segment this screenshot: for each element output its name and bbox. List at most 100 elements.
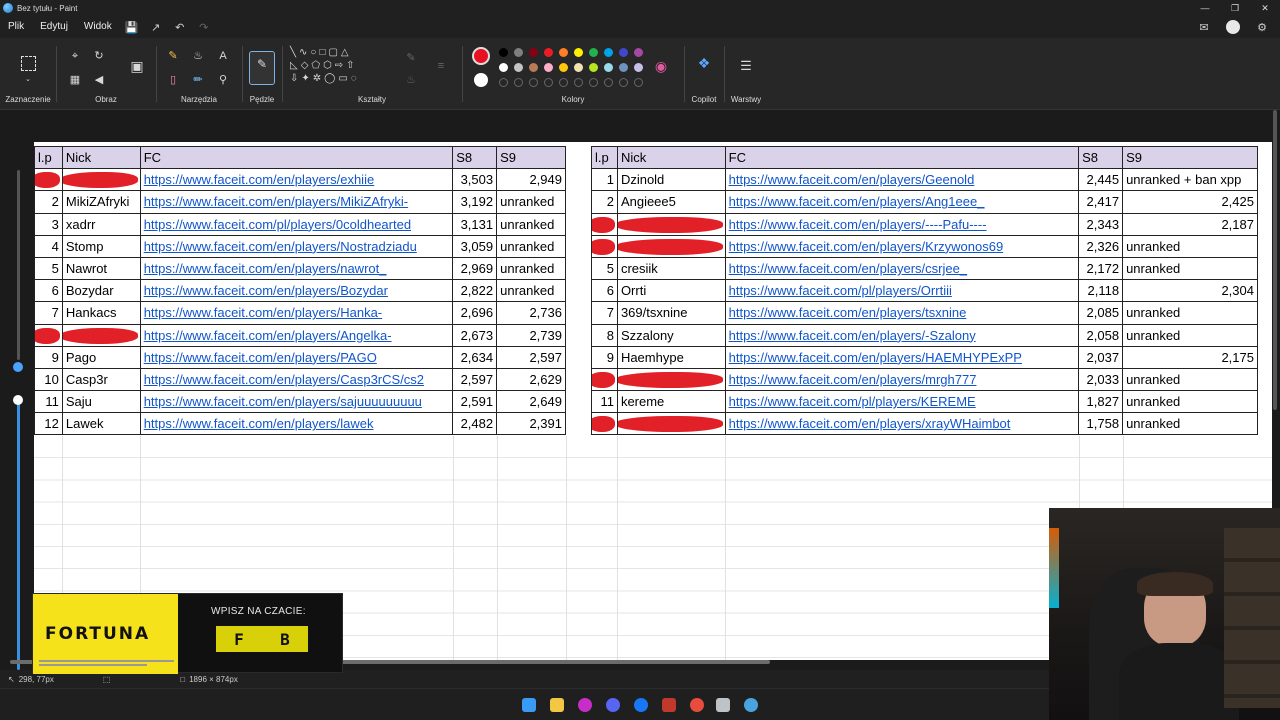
discord-icon[interactable] (606, 698, 620, 712)
flip-icon[interactable]: ◀ (92, 74, 106, 86)
color-swatch[interactable] (544, 63, 553, 72)
cell-fc[interactable]: https://www.faceit.com/en/players/MikiZA… (139, 190, 454, 214)
custom-color-slot[interactable] (514, 78, 523, 87)
app-icon[interactable] (690, 698, 704, 712)
cell-fc[interactable]: https://www.faceit.com/en/players/Nostra… (139, 234, 454, 258)
selection-rectangle-icon[interactable] (21, 56, 36, 71)
color-swatch[interactable] (619, 63, 628, 72)
menu-file[interactable]: Plik (0, 16, 32, 38)
color-swatch[interactable] (559, 63, 568, 72)
layers-icon[interactable]: ☰ (739, 59, 753, 72)
share-icon[interactable]: ↗ (144, 21, 168, 34)
magnifier-icon[interactable]: ⚲ (216, 74, 230, 86)
cell-fc[interactable]: https://www.faceit.com/en/players/PAGO (139, 345, 454, 369)
undo-icon[interactable]: ↶ (168, 21, 192, 34)
zoom-slider-thumb[interactable] (13, 362, 23, 372)
color-swatch[interactable] (589, 63, 598, 72)
start-icon[interactable] (522, 698, 536, 712)
color-picker-icon[interactable]: ✏ (191, 74, 205, 86)
fill-bucket-icon[interactable]: ♨ (191, 50, 205, 62)
account-avatar[interactable] (1226, 20, 1240, 34)
color-swatch[interactable] (634, 63, 643, 72)
color-swatch[interactable] (589, 48, 598, 57)
cell-fc[interactable]: https://www.faceit.com/en/players/Hanka- (139, 301, 454, 325)
cell-fc[interactable]: https://www.faceit.com/en/players/tsxnin… (724, 301, 1080, 325)
cell-fc[interactable]: https://www.faceit.com/en/players/Casp3r… (139, 367, 454, 392)
color-swatch[interactable] (514, 63, 523, 72)
cell-fc[interactable]: https://www.faceit.com/en/players/mrgh77… (724, 367, 1080, 392)
cell-fc[interactable]: https://www.faceit.com/en/players/-Szalo… (724, 323, 1080, 347)
resize-icon[interactable]: ▦ (68, 74, 82, 86)
color-swatch[interactable] (574, 63, 583, 72)
menu-edit[interactable]: Edytuj (32, 16, 76, 38)
cell-fc[interactable]: https://www.faceit.com/en/players/HAEMHY… (724, 345, 1080, 369)
browser-icon[interactable] (578, 698, 592, 712)
fill-icon[interactable]: ♨ (404, 74, 418, 86)
facebook-icon[interactable] (634, 698, 648, 712)
eraser-icon[interactable]: ▯ (166, 74, 180, 86)
crop-icon[interactable]: ⌖ (68, 50, 82, 62)
cell-fc[interactable]: https://www.faceit.com/en/players/Ang1ee… (724, 190, 1080, 214)
color-swatch[interactable] (574, 48, 583, 57)
cell-fc[interactable]: https://www.faceit.com/en/players/Geenol… (724, 168, 1080, 192)
save-icon[interactable]: 💾 (120, 21, 144, 34)
file-explorer-icon[interactable] (550, 698, 564, 712)
cell-fc[interactable]: https://www.faceit.com/en/players/Angelk… (139, 323, 454, 347)
cell-fc[interactable]: https://www.faceit.com/en/players/xrayWH… (724, 412, 1080, 436)
color-swatch[interactable] (514, 48, 523, 57)
color-swatch[interactable] (604, 63, 613, 72)
cell-fc[interactable]: https://www.faceit.com/pl/players/KEREME (724, 390, 1080, 414)
color-swatch[interactable] (529, 63, 538, 72)
color-swatch[interactable] (619, 48, 628, 57)
zoom-slider[interactable] (13, 170, 23, 670)
custom-color-slot[interactable] (604, 78, 613, 87)
brush-size-slider-thumb[interactable] (13, 395, 23, 405)
color-swatch[interactable] (559, 48, 568, 57)
custom-color-slot[interactable] (619, 78, 628, 87)
color-swatch[interactable] (544, 48, 553, 57)
color-swatch[interactable] (499, 63, 508, 72)
custom-color-slot[interactable] (529, 78, 538, 87)
outline-icon[interactable]: ✎ (404, 52, 418, 64)
cell-fc[interactable]: https://www.faceit.com/en/players/----Pa… (724, 212, 1080, 236)
close-icon[interactable]: ✕ (1250, 0, 1280, 16)
custom-color-slot[interactable] (559, 78, 568, 87)
color-swatch[interactable] (634, 48, 643, 57)
image-remove-bg-icon[interactable]: ▣ (130, 59, 144, 73)
shapes-gallery[interactable]: ╲∿○□▢△ ◺◇⬠⬡⇨⇧ ⇩✦✲◯▭◌ (290, 46, 390, 92)
text-tool-icon[interactable]: A (216, 50, 230, 62)
cell-fc[interactable]: https://www.faceit.com/pl/players/0coldh… (139, 212, 454, 236)
maximize-icon[interactable]: ❐ (1220, 0, 1250, 16)
pencil-icon[interactable]: ✎ (166, 50, 180, 62)
redo-icon[interactable]: ↷ (192, 21, 216, 34)
cell-fc[interactable]: https://www.faceit.com/en/players/sajuuu… (139, 390, 454, 414)
brush-size-slider-track[interactable] (17, 400, 20, 670)
brush-button[interactable]: ✎ (249, 51, 275, 85)
settings-gear-icon[interactable]: ⚙ (1250, 21, 1274, 34)
custom-color-slot[interactable] (634, 78, 643, 87)
minimize-icon[interactable]: — (1190, 0, 1220, 16)
cell-fc[interactable]: https://www.faceit.com/en/players/lawek (139, 412, 454, 436)
copilot-icon[interactable]: ❖ (697, 56, 711, 70)
cell-fc[interactable]: https://www.faceit.com/en/players/Bozyda… (139, 279, 454, 303)
menu-view[interactable]: Widok (76, 16, 120, 38)
chevron-down-icon[interactable]: ⌄ (21, 74, 35, 86)
custom-color-slot[interactable] (499, 78, 508, 87)
color-swatch[interactable] (499, 48, 508, 57)
custom-color-slot[interactable] (589, 78, 598, 87)
snipping-tool-icon[interactable] (716, 698, 730, 712)
cell-fc[interactable]: https://www.faceit.com/en/players/exhiie (139, 168, 454, 192)
paint-taskbar-icon[interactable] (744, 698, 758, 712)
rotate-icon[interactable]: ↻ (92, 50, 106, 62)
custom-color-slot[interactable] (544, 78, 553, 87)
edit-colors-icon[interactable]: ◉ (654, 59, 668, 73)
cell-fc[interactable]: https://www.faceit.com/en/players/csrjee… (724, 256, 1080, 281)
cell-fc[interactable]: https://www.faceit.com/en/players/nawrot… (139, 256, 454, 281)
feedback-icon[interactable]: ✉ (1192, 21, 1216, 34)
custom-color-slot[interactable] (574, 78, 583, 87)
size-icon[interactable]: ≡ (434, 60, 448, 72)
cell-fc[interactable]: https://www.faceit.com/en/players/Krzywo… (724, 234, 1080, 258)
vertical-scrollbar[interactable] (1273, 110, 1277, 410)
color-swatch[interactable] (604, 48, 613, 57)
cell-fc[interactable]: https://www.faceit.com/pl/players/Orrtii… (724, 279, 1080, 303)
